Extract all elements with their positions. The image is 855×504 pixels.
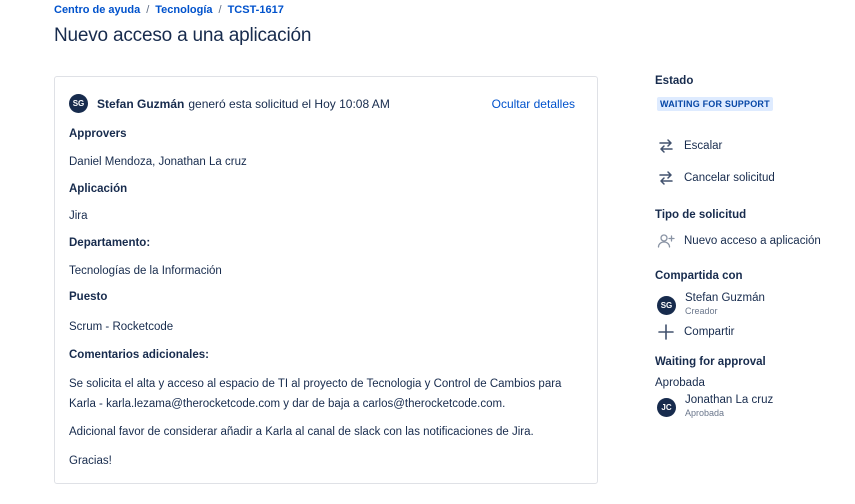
comments-line: Adicional favor de considerar añadir a K… bbox=[69, 426, 534, 438]
cancel-request-button[interactable]: Cancelar solicitud bbox=[657, 169, 775, 187]
application-label: Aplicación bbox=[69, 183, 128, 195]
escalate-button[interactable]: Escalar bbox=[657, 137, 722, 155]
author-name: Stefan Guzmán bbox=[97, 96, 185, 111]
approver-role: Aprobada bbox=[685, 408, 725, 418]
comments-line: Gracias! bbox=[69, 455, 112, 467]
shared-person-role: Creador bbox=[685, 306, 718, 316]
request-type-value: Nuevo acceso a aplicación bbox=[657, 232, 821, 250]
comments-line: Se solicita el alta y acceso al espacio … bbox=[69, 378, 562, 390]
swap-arrows-icon bbox=[657, 137, 675, 155]
comments-line: Karla - karla.lezama@therocketcode.com y… bbox=[69, 398, 506, 410]
share-label: Compartir bbox=[684, 326, 735, 338]
hide-details-link[interactable]: Ocultar detalles bbox=[492, 97, 575, 111]
position-value: Scrum - Rocketcode bbox=[69, 321, 174, 333]
request-type-text: Nuevo acceso a aplicación bbox=[684, 235, 821, 247]
share-button[interactable]: Compartir bbox=[657, 323, 734, 341]
plus-icon bbox=[657, 323, 675, 341]
swap-arrows-icon bbox=[657, 169, 675, 187]
status-label: Estado bbox=[655, 75, 694, 87]
approved-label: Aprobada bbox=[655, 377, 705, 389]
breadcrumb-ticket-id[interactable]: TCST-1617 bbox=[228, 4, 284, 16]
application-value: Jira bbox=[69, 210, 88, 222]
escalate-label: Escalar bbox=[684, 140, 723, 152]
breadcrumb-technology[interactable]: Tecnología bbox=[155, 4, 212, 16]
department-value: Tecnologías de la Información bbox=[69, 265, 222, 277]
request-action-text: generó esta solicitud el Hoy 10:08 AM bbox=[188, 96, 390, 111]
approvers-value: Daniel Mendoza, Jonathan La cruz bbox=[69, 156, 247, 168]
shared-with-label: Compartida con bbox=[655, 270, 743, 282]
request-header: SG Stefan Guzmán generó esta solicitud e… bbox=[69, 94, 575, 113]
approval-label: Waiting for approval bbox=[655, 356, 766, 368]
comments-label: Comentarios adicionales: bbox=[69, 349, 209, 361]
avatar: SG bbox=[69, 94, 88, 113]
avatar: JC bbox=[657, 398, 676, 417]
add-user-icon bbox=[657, 232, 675, 250]
approver-name: Jonathan La cruz bbox=[685, 394, 774, 406]
approvers-label: Approvers bbox=[69, 128, 127, 140]
status-badge: WAITING FOR SUPPORT bbox=[657, 97, 773, 111]
request-details-card: SG Stefan Guzmán generó esta solicitud e… bbox=[54, 76, 598, 484]
breadcrumb-help-center[interactable]: Centro de ayuda bbox=[54, 4, 140, 16]
request-type-label: Tipo de solicitud bbox=[655, 209, 747, 221]
avatar: SG bbox=[657, 296, 676, 315]
shared-person: SG Stefan Guzmán Creador bbox=[657, 292, 765, 318]
position-label: Puesto bbox=[69, 291, 108, 303]
breadcrumb-separator: / bbox=[218, 4, 222, 16]
approver-person: JC Jonathan La cruz Aprobada bbox=[657, 394, 773, 420]
shared-person-name: Stefan Guzmán bbox=[685, 292, 765, 304]
breadcrumb-separator: / bbox=[146, 4, 150, 16]
cancel-request-label: Cancelar solicitud bbox=[684, 172, 775, 184]
department-label: Departamento: bbox=[69, 237, 151, 249]
page-title: Nuevo acceso a una aplicación bbox=[54, 25, 312, 46]
breadcrumb: Centro de ayuda / Tecnología / TCST-1617 bbox=[54, 4, 284, 16]
